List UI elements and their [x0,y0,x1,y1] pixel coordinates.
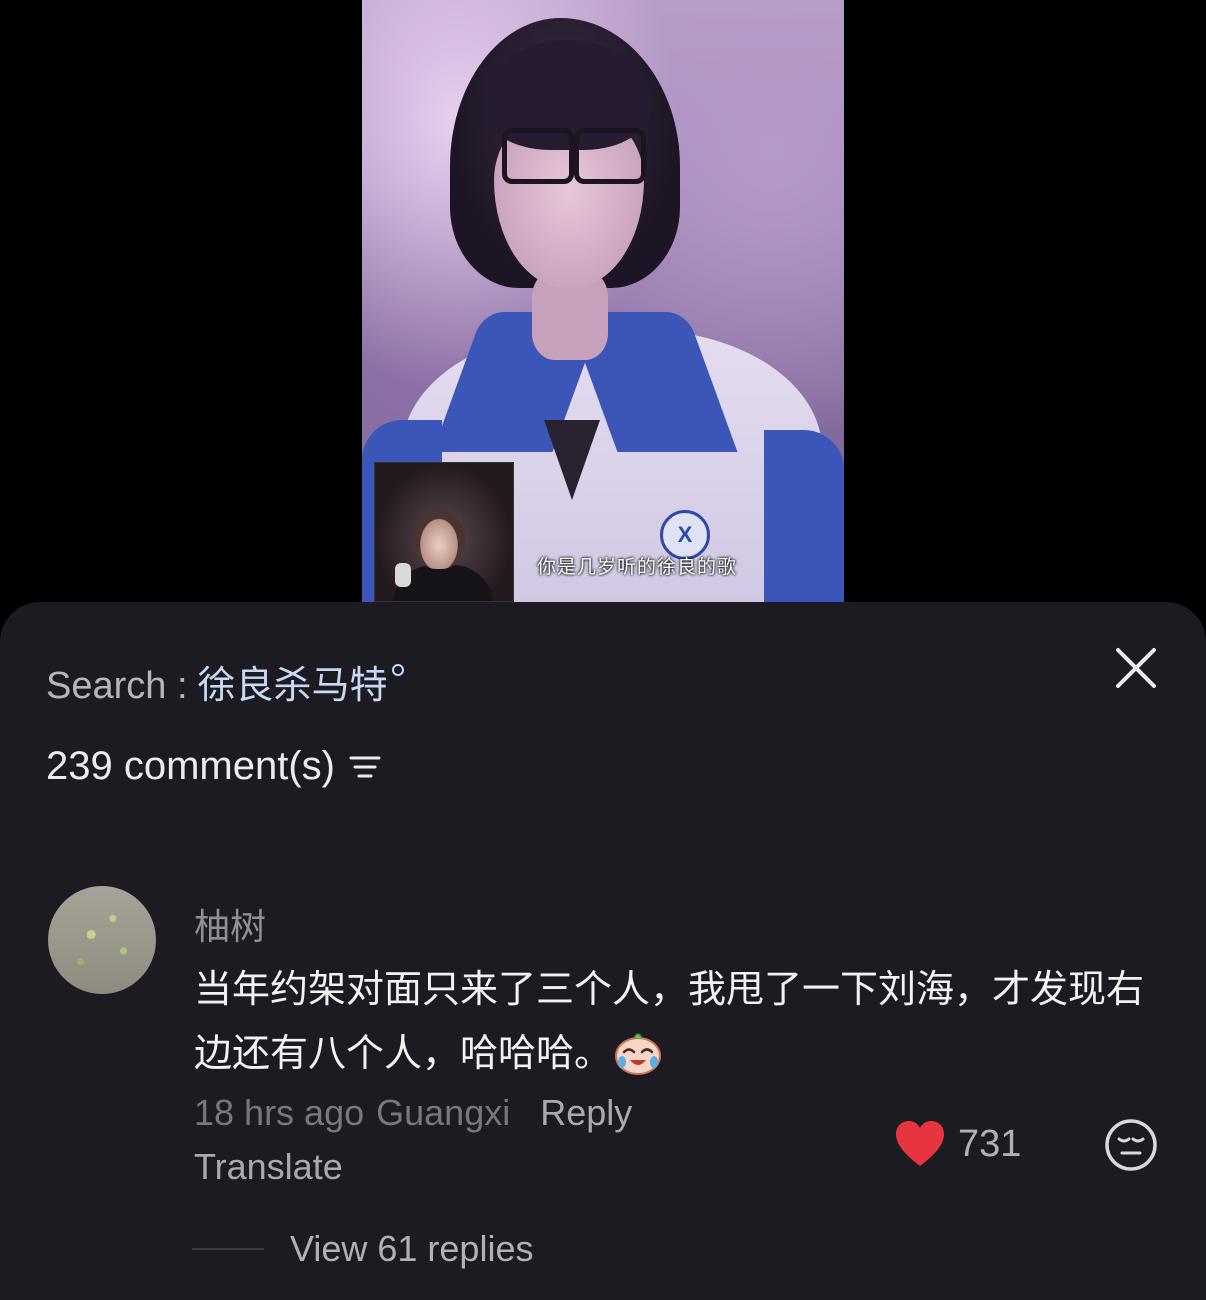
comment-meta: 18 hrs ago Guangxi Reply [194,1092,632,1134]
comment-count: 239 comment(s) [46,744,335,788]
pip-microphone [395,563,411,587]
video-glasses-right [574,128,646,184]
comment-username[interactable]: 柚树 [194,898,266,950]
sort-icon[interactable] [349,751,381,783]
video-subtitle: 你是几岁听的徐良的歌 [537,556,738,578]
search-glyph-icon [391,664,404,676]
video-area[interactable]: X 你是几岁听的徐良的歌 [0,0,1206,620]
translate-button[interactable]: Translate [194,1146,343,1188]
video-glasses-left [502,128,574,184]
comments-sheet: Search : 徐良杀马特 239 comment(s) 柚树 当年约架对面只… [0,602,1206,1300]
avatar[interactable] [48,886,156,994]
picture-in-picture-thumbnail[interactable] [374,462,514,602]
video-frame[interactable]: X 你是几岁听的徐良的歌 [362,0,844,602]
like-button[interactable]: 731 [894,1120,1021,1168]
close-icon[interactable] [1110,642,1162,694]
replies-divider [192,1248,264,1250]
reaction-icon[interactable] [1104,1118,1158,1172]
view-replies-label[interactable]: View 61 replies [290,1228,533,1270]
laughing-emoji-icon [615,1033,662,1075]
view-replies[interactable]: View 61 replies [192,1228,533,1270]
search-suggestion[interactable]: Search : 徐良杀马特 [46,654,404,709]
comment-text: 当年约架对面只来了三个人，我甩了一下刘海，才发现右边还有八个人，哈哈哈。 [194,969,1145,1075]
comment-location: Guangxi [376,1092,511,1133]
comment-count-row: 239 comment(s) [46,744,381,789]
reply-button[interactable]: Reply [540,1092,632,1134]
like-count: 731 [958,1122,1022,1165]
heart-icon[interactable] [894,1120,946,1168]
comment-body: 当年约架对面只来了三个人，我甩了一下刘海，才发现右边还有八个人，哈哈哈。 [194,958,1164,1086]
search-prefix: Search : [46,665,188,707]
pip-head [413,509,465,569]
search-term[interactable]: 徐良杀马特 [198,654,388,709]
comment-time: 18 hrs ago [194,1092,365,1133]
video-sleeve-right [764,430,844,602]
